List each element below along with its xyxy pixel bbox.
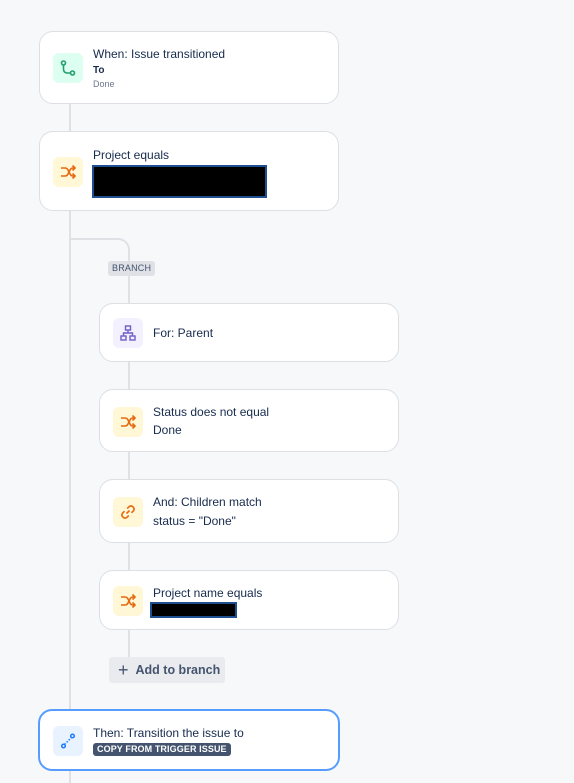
children-match-card[interactable]: And: Children match status = "Done" [99,479,399,543]
transition-icon [53,726,83,756]
branch-connector-line [128,541,130,571]
branch-for-title: For: Parent [153,326,214,340]
trigger-to-label: To [93,65,105,76]
trigger-title: When: Issue transitioned [93,47,226,61]
copy-from-trigger-lozenge: COPY FROM TRIGGER ISSUE [93,743,231,756]
shuffle-icon [113,586,143,616]
trigger-card[interactable]: When: Issue transitioned To Done [39,31,339,104]
redacted-project-name-value [150,602,237,618]
status-condition-value: Done [153,423,182,437]
branch-connector-line [128,450,130,480]
add-to-branch-label: Add to branch [135,663,221,677]
project-condition-card[interactable]: Project equals [39,131,339,211]
branch-connector-line [128,628,130,658]
branch-tag: BRANCH [108,261,156,276]
transition-action-card[interactable]: Then: Transition the issue to [38,709,340,771]
shuffle-icon [113,407,143,437]
project-name-condition-card[interactable]: Project name equals [99,570,399,630]
branch-connector-line [128,360,130,390]
project-condition-title: Project equals [93,148,170,162]
link-icon [113,497,143,527]
status-condition-card[interactable]: Status does not equal Done [99,389,399,452]
children-match-title: And: Children match [153,495,262,509]
transition-action-title: Then: Transition the issue to [93,726,244,740]
status-condition-title: Status does not equal [153,405,270,419]
transition-icon [53,53,83,83]
add-to-branch-button[interactable]: + Add to branch [109,657,225,683]
shuffle-icon [53,157,83,187]
plus-icon: + [118,660,129,680]
hierarchy-icon [113,318,143,348]
branch-for-card[interactable]: For: Parent [99,303,399,362]
main-connector-line [69,100,71,132]
children-match-value: status = "Done" [153,514,236,528]
redacted-project-value [92,165,267,198]
main-connector-line [69,208,71,712]
main-connector-line [69,769,71,783]
project-name-condition-title: Project name equals [153,586,263,600]
branch-connector-line [128,276,130,304]
trigger-to-value: Done [93,79,115,89]
